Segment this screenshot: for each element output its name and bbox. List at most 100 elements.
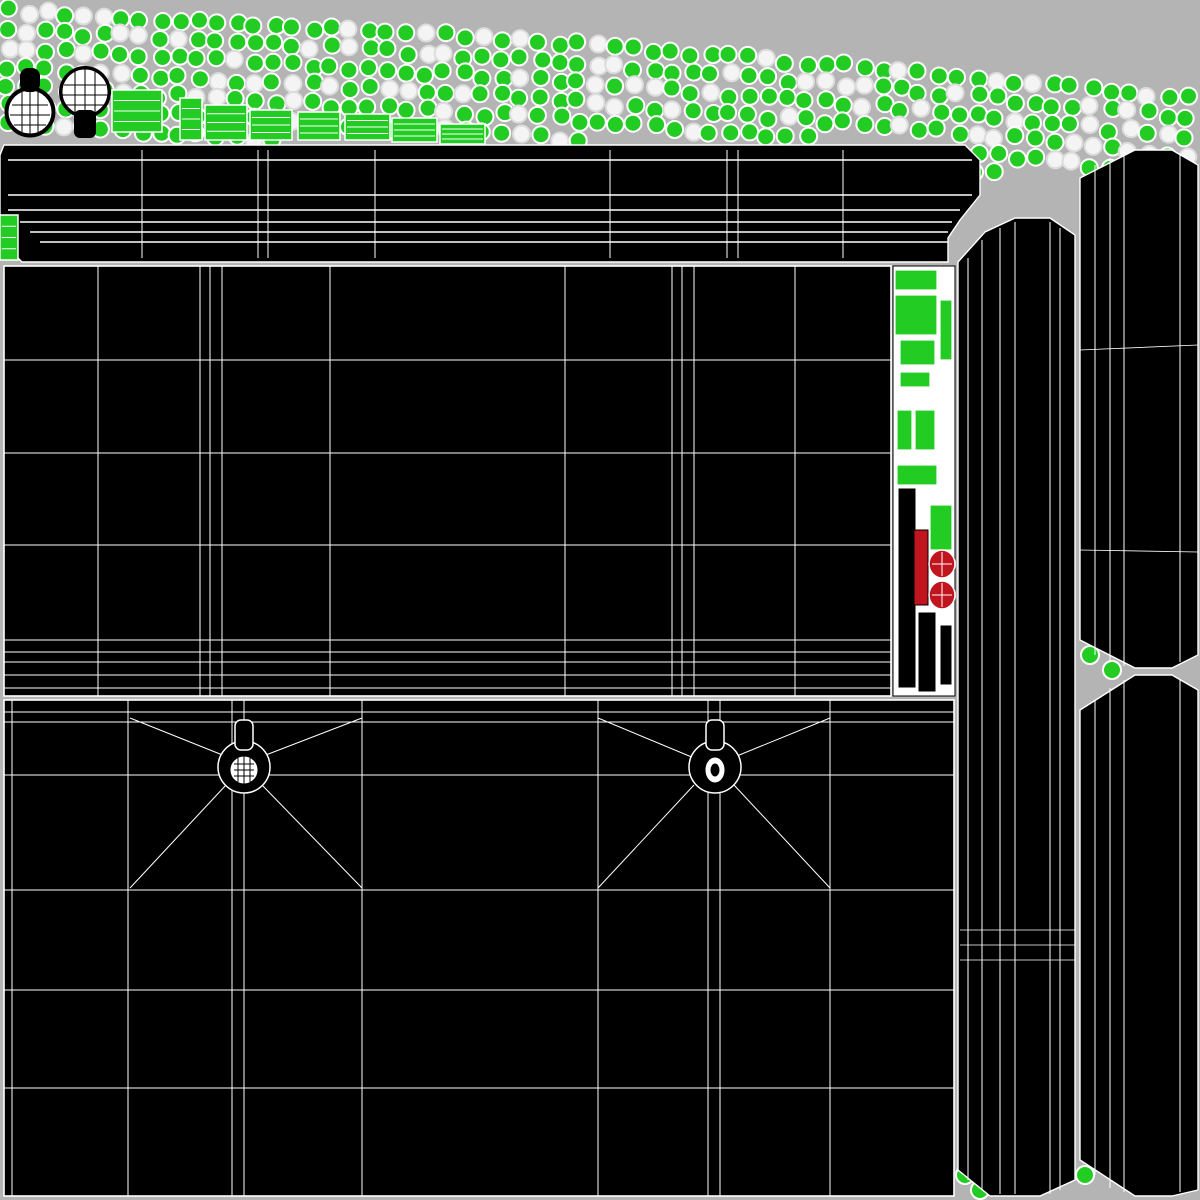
- uv-chip: [339, 37, 359, 57]
- uv-chip: [1119, 83, 1139, 103]
- uv-chip: [398, 45, 418, 65]
- uv-chip: [968, 104, 988, 124]
- uv-chip: [1004, 73, 1024, 93]
- uv-chip: [414, 65, 434, 85]
- uv-chip: [492, 31, 512, 51]
- uv-chip: [207, 13, 227, 33]
- uv-chip: [1139, 101, 1159, 121]
- uv-chip: [680, 84, 700, 104]
- uv-chip: [718, 102, 738, 122]
- uv-chip: [796, 108, 816, 128]
- uv-chip: [396, 100, 416, 120]
- uv-chip: [299, 39, 319, 59]
- uv-chip: [930, 86, 950, 106]
- uv-chip: [261, 72, 281, 92]
- uv-chip: [1041, 97, 1061, 117]
- uv-chip: [319, 56, 339, 76]
- uv-chip: [779, 106, 799, 126]
- uv-chip: [739, 66, 759, 86]
- uv-chip: [357, 97, 377, 117]
- uv-chip: [550, 35, 570, 55]
- right-column-island-1: [957, 217, 1076, 1197]
- uv-chip: [1102, 82, 1122, 102]
- uv-chip: [1042, 114, 1062, 134]
- uv-chip: [509, 47, 529, 67]
- uv-chip: [171, 12, 191, 32]
- uv-chip: [945, 83, 965, 103]
- uv-chip: [436, 23, 456, 43]
- uv-chip: [1007, 149, 1027, 169]
- uv-chip: [245, 91, 265, 111]
- uv-chip: [759, 86, 779, 106]
- uv-chip: [128, 25, 148, 45]
- uv-chip: [1075, 1165, 1095, 1185]
- uv-chip: [587, 112, 607, 132]
- uv-chip: [605, 76, 625, 96]
- uv-chip: [56, 40, 76, 60]
- uv-chip: [243, 16, 263, 36]
- strip-piece: [899, 371, 931, 388]
- uv-chip: [0, 0, 18, 18]
- uv-chip: [588, 34, 608, 54]
- uv-chip: [946, 67, 966, 87]
- uv-chip: [512, 124, 532, 144]
- uv-chip: [167, 66, 187, 86]
- uv-chip: [470, 84, 490, 104]
- uv-chip: [472, 68, 492, 88]
- uv-chip: [190, 69, 210, 89]
- uv-chip: [570, 112, 590, 132]
- uv-chip: [170, 46, 190, 66]
- uv-chip: [35, 42, 55, 62]
- strip-piece: [899, 339, 936, 366]
- uv-chip: [796, 72, 816, 92]
- uv-chip: [1158, 107, 1178, 127]
- uv-chip: [283, 52, 303, 72]
- uv-chip: [207, 87, 227, 107]
- uv-chip: [418, 98, 438, 118]
- uv-chip: [492, 123, 512, 143]
- uv-chip: [228, 32, 248, 52]
- uv-chip: [721, 123, 741, 143]
- uv-chip: [1079, 96, 1099, 116]
- uv-chip: [186, 48, 206, 68]
- uv-chip: [73, 43, 93, 63]
- uv-chip: [911, 98, 931, 118]
- uv-chip: [740, 86, 760, 106]
- uv-chip: [1005, 126, 1025, 146]
- uv-chip: [375, 22, 395, 42]
- strip-piece: [939, 299, 953, 361]
- uv-chip: [527, 32, 547, 52]
- uv-chip: [453, 84, 473, 104]
- uv-chip: [224, 49, 244, 69]
- uv-chip: [566, 89, 586, 109]
- uv-chip: [756, 48, 776, 68]
- uv-chip: [322, 35, 342, 55]
- uv-chip: [1064, 133, 1084, 153]
- uv-chip: [756, 127, 776, 147]
- uv-chip: [39, 1, 59, 21]
- uv-chip: [340, 80, 360, 100]
- uv-chip: [244, 74, 264, 94]
- strip-piece: [894, 269, 938, 291]
- uv-chip: [833, 95, 853, 115]
- uv-chip: [1174, 128, 1194, 148]
- uv-chip: [55, 21, 75, 41]
- uv-chip: [586, 93, 606, 113]
- strip-dark-piece: [939, 624, 953, 686]
- uv-chip: [680, 46, 700, 66]
- uv-chip: [1083, 136, 1103, 156]
- uv-chip: [283, 74, 303, 94]
- uv-chip: [510, 68, 530, 88]
- uv-chip: [281, 17, 301, 37]
- strip-piece: [929, 504, 953, 551]
- uv-chip: [73, 6, 93, 26]
- uv-chip: [284, 91, 304, 111]
- uv-chip: [738, 45, 758, 65]
- uv-chip: [416, 23, 436, 43]
- strip-piece: [896, 409, 913, 451]
- uv-chip: [852, 97, 872, 117]
- uv-chip: [246, 33, 266, 53]
- uv-chip: [338, 19, 358, 39]
- uv-chip: [530, 87, 550, 107]
- uv-chip: [566, 71, 586, 91]
